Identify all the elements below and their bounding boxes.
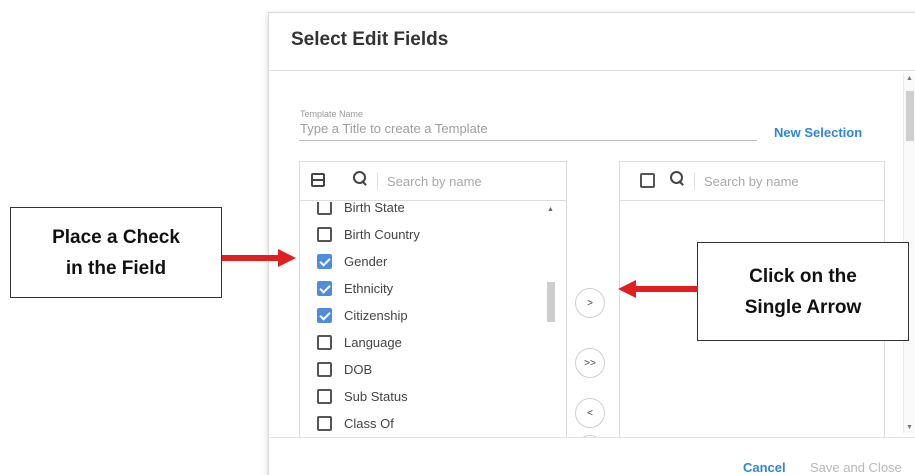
new-selection-link[interactable]: New Selection (774, 125, 862, 140)
scrollbar-thumb[interactable] (906, 91, 914, 141)
field-list-item[interactable]: Citizenship (300, 302, 540, 329)
dialog-title: Select Edit Fields (291, 29, 449, 50)
selected-fields-search-input[interactable] (694, 172, 834, 190)
available-fields-search-input[interactable] (377, 172, 517, 190)
field-label: Citizenship (344, 308, 408, 323)
field-list-item[interactable]: Birth Country (300, 221, 540, 248)
unchecked-checkbox[interactable] (317, 335, 332, 350)
annotation-arrow-right-icon (222, 249, 296, 267)
field-label: Class Of (344, 416, 394, 431)
unchecked-checkbox[interactable] (317, 416, 332, 431)
scroll-up-arrow-icon[interactable]: ▲ (547, 206, 554, 213)
annotation-callout-click-arrow: Click on the Single Arrow (697, 242, 909, 341)
scrollbar-thumb[interactable] (547, 282, 555, 322)
search-icon (669, 170, 687, 188)
field-list-item[interactable]: Gender (300, 248, 540, 275)
annotation-callout-place-check: Place a Check in the Field (10, 207, 222, 298)
template-name-input[interactable] (299, 117, 757, 141)
search-icon (352, 170, 370, 188)
callout-line: in the Field (65, 257, 167, 279)
checked-checkbox[interactable] (317, 308, 332, 323)
field-list-item[interactable]: Class Of (300, 410, 540, 437)
checked-checkbox[interactable] (317, 281, 332, 296)
field-list-item[interactable]: Language (300, 329, 540, 356)
field-list-item[interactable]: Birth State (300, 202, 540, 221)
callout-line: Click on the (749, 265, 857, 287)
callout-line: Place a Check (52, 226, 180, 248)
select-all-toggle-icon[interactable] (311, 173, 325, 187)
unchecked-checkbox[interactable] (317, 389, 332, 404)
field-label: Gender (344, 254, 388, 269)
field-list-item[interactable]: Sub Status (300, 383, 540, 410)
move-left-button[interactable]: < (575, 398, 605, 428)
dialog-header: Select Edit Fields (269, 13, 915, 71)
field-label: Birth Country (344, 227, 420, 242)
unchecked-checkbox[interactable] (317, 202, 332, 215)
available-fields-panel: Birth State Birth Country Gender Ethnicity C… (299, 161, 567, 438)
field-label: Language (344, 335, 402, 350)
checked-checkbox[interactable] (317, 254, 332, 269)
field-list-item[interactable]: DOB (300, 356, 540, 383)
field-label: Birth State (344, 202, 405, 215)
field-list-item[interactable]: Ethnicity (300, 275, 540, 302)
select-all-checkbox[interactable] (640, 173, 655, 188)
available-fields-header (300, 162, 566, 201)
field-label: Ethnicity (344, 281, 394, 296)
available-fields-list: Birth State Birth Country Gender Ethnicity C… (300, 202, 566, 439)
move-all-right-button[interactable]: >> (575, 348, 605, 378)
callout-line: Single Arrow (744, 296, 862, 318)
field-label: Sub Status (344, 389, 408, 404)
unchecked-checkbox[interactable] (317, 227, 332, 242)
selected-fields-header (620, 162, 884, 201)
annotation-arrow-left-icon (618, 280, 698, 298)
scroll-down-arrow-icon[interactable]: ▼ (906, 424, 913, 431)
dialog-footer: Cancel Save and Close (269, 437, 915, 475)
available-fields-scrollbar[interactable]: ▲ (546, 206, 556, 438)
move-right-button[interactable]: > (575, 288, 605, 318)
save-and-close-button[interactable]: Save and Close (810, 460, 902, 475)
cancel-button[interactable]: Cancel (743, 460, 786, 475)
scroll-up-arrow-icon[interactable]: ▲ (906, 75, 913, 82)
unchecked-checkbox[interactable] (317, 362, 332, 377)
field-label: DOB (344, 362, 373, 377)
